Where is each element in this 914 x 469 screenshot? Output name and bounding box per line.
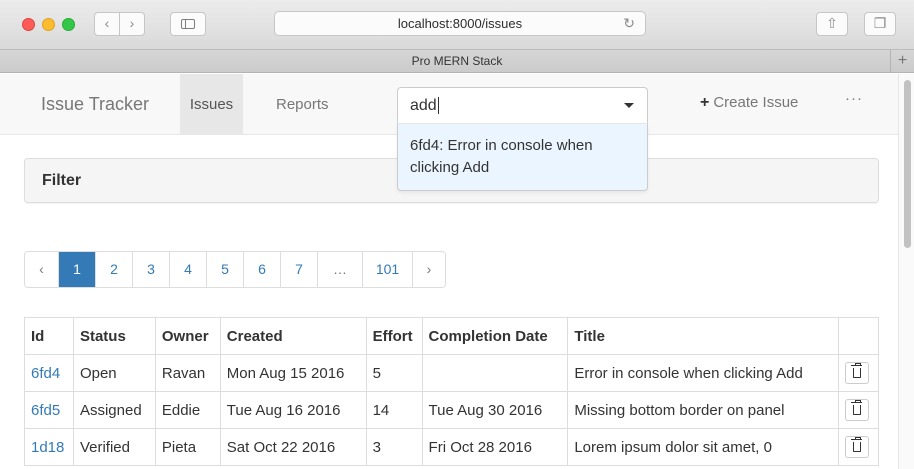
page-content: Issue Tracker Issues Reports add + Create…: [0, 74, 898, 469]
create-issue-button[interactable]: + Create Issue: [700, 94, 798, 112]
issue-owner: Ravan: [154, 354, 221, 392]
url-text: localhost:8000/issues: [397, 16, 523, 31]
issue-id-link[interactable]: 6fd5: [24, 391, 74, 429]
issue-actions-cell: [837, 428, 880, 466]
issue-status: Verified: [72, 428, 156, 466]
page-button-3[interactable]: 3: [132, 252, 169, 287]
issue-created: Sat Oct 22 2016: [219, 428, 367, 466]
issue-owner: Pieta: [154, 428, 221, 466]
close-window-button[interactable]: [22, 18, 35, 31]
column-header-actions: [837, 317, 880, 355]
scrollbar-thumb[interactable]: [904, 80, 911, 248]
dropdown-arrow-icon[interactable]: [624, 103, 634, 108]
sidebar-toggle-button[interactable]: [170, 12, 206, 36]
issue-completion-date: [421, 354, 569, 392]
tab-title[interactable]: Pro MERN Stack: [412, 54, 503, 68]
search-input-value[interactable]: add: [410, 97, 439, 114]
issue-effort: 14: [365, 391, 423, 429]
issue-status: Open: [72, 354, 156, 392]
column-header-id: Id: [24, 317, 74, 355]
more-menu-button[interactable]: ···: [845, 90, 863, 107]
page-button-101[interactable]: 101: [362, 252, 412, 287]
browser-titlebar: ‹ › localhost:8000/issues ↻ ⇧ ❐: [0, 0, 914, 50]
page-button-6[interactable]: 6: [243, 252, 280, 287]
minimize-window-button[interactable]: [42, 18, 55, 31]
table-row: 6fd5 Assigned Eddie Tue Aug 16 2016 14 T…: [24, 391, 880, 429]
column-header-created: Created: [219, 317, 367, 355]
issue-title: Missing bottom border on panel: [567, 391, 839, 429]
reload-icon[interactable]: ↻: [623, 12, 635, 35]
issue-created: Tue Aug 16 2016: [219, 391, 367, 429]
issue-title: Error in console when clicking Add: [567, 354, 839, 392]
page-button-7[interactable]: 7: [280, 252, 317, 287]
show-tabs-button[interactable]: ❐: [864, 12, 896, 36]
column-header-title: Title: [567, 317, 839, 355]
trash-icon: [850, 437, 862, 452]
issue-id-link[interactable]: 1d18: [24, 428, 74, 466]
suggestion-option[interactable]: 6fd4: Error in console when clicking Add: [410, 135, 635, 179]
column-header-completion-date: Completion Date: [421, 317, 569, 355]
delete-issue-button[interactable]: [844, 436, 869, 458]
tabs-icon: ❐: [873, 15, 887, 31]
delete-issue-button[interactable]: [844, 399, 869, 421]
forward-button[interactable]: ›: [119, 12, 145, 36]
chevron-right-icon: ›: [129, 15, 135, 31]
next-page-button[interactable]: ›: [412, 252, 445, 287]
delete-issue-button[interactable]: [844, 362, 869, 384]
address-bar[interactable]: localhost:8000/issues ↻: [274, 11, 646, 36]
page-scrollbar[interactable]: [898, 74, 914, 469]
trash-icon: [850, 363, 862, 378]
tab-bar: Pro MERN Stack +: [0, 50, 914, 73]
page-button-5[interactable]: 5: [206, 252, 243, 287]
issue-completion-date: Fri Oct 28 2016: [421, 428, 569, 466]
page-button-4[interactable]: 4: [169, 252, 206, 287]
chevron-left-icon: ‹: [104, 15, 110, 31]
issue-effort: 3: [365, 428, 423, 466]
issue-actions-cell: [837, 391, 880, 429]
sidebar-icon: [181, 19, 195, 29]
back-button[interactable]: ‹: [94, 12, 120, 36]
new-tab-button[interactable]: +: [890, 50, 914, 72]
table-header-row: Id Status Owner Created Effort Completio…: [24, 317, 880, 355]
share-icon: ⇧: [826, 15, 838, 31]
nav-tab-reports[interactable]: Reports: [276, 74, 329, 135]
prev-page-button[interactable]: ‹: [25, 252, 58, 287]
issue-search-select[interactable]: add: [397, 87, 648, 124]
page-button-1[interactable]: 1: [58, 252, 95, 287]
issue-effort: 5: [365, 354, 423, 392]
issue-owner: Eddie: [154, 391, 221, 429]
issue-completion-date: Tue Aug 30 2016: [421, 391, 569, 429]
create-issue-label: Create Issue: [713, 94, 799, 111]
issue-table: Id Status Owner Created Effort Completio…: [24, 317, 880, 466]
issue-actions-cell: [837, 354, 880, 392]
column-header-owner: Owner: [154, 317, 221, 355]
search-suggestions-menu: 6fd4: Error in console when clicking Add: [397, 124, 648, 191]
table-row: 6fd4 Open Ravan Mon Aug 15 2016 5 Error …: [24, 354, 880, 392]
plus-icon: +: [897, 52, 908, 69]
plus-icon: +: [700, 94, 710, 111]
issue-status: Assigned: [72, 391, 156, 429]
issue-created: Mon Aug 15 2016: [219, 354, 367, 392]
filter-title[interactable]: Filter: [42, 172, 81, 190]
table-row: 1d18 Verified Pieta Sat Oct 22 2016 3 Fr…: [24, 428, 880, 466]
share-button[interactable]: ⇧: [816, 12, 848, 36]
trash-icon: [850, 400, 862, 415]
page-ellipsis: …: [317, 252, 362, 287]
page-button-2[interactable]: 2: [95, 252, 132, 287]
pagination: ‹ 1 2 3 4 5 6 7 … 101 ›: [24, 251, 446, 288]
app-brand[interactable]: Issue Tracker: [41, 94, 149, 115]
zoom-window-button[interactable]: [62, 18, 75, 31]
column-header-effort: Effort: [365, 317, 423, 355]
nav-tab-issues[interactable]: Issues: [180, 74, 243, 135]
column-header-status: Status: [72, 317, 156, 355]
issue-title: Lorem ipsum dolor sit amet, 0: [567, 428, 839, 466]
issue-id-link[interactable]: 6fd4: [24, 354, 74, 392]
